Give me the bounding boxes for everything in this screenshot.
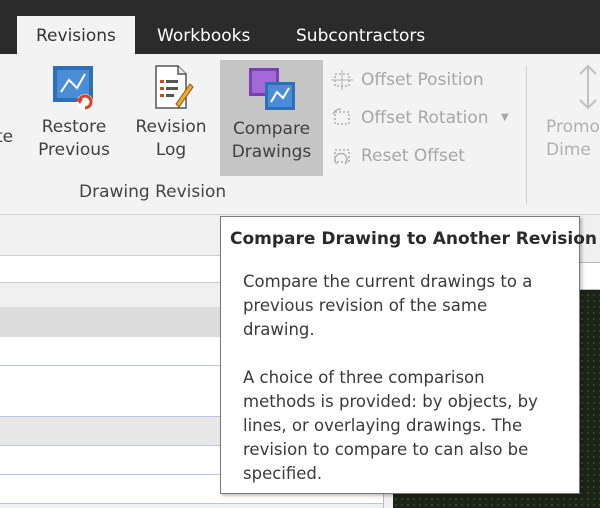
promote-dimensions-icon	[579, 64, 597, 110]
promote-label-2: Dime	[546, 140, 591, 160]
partial-button-label[interactable]: te	[0, 126, 13, 149]
revision-log-button[interactable]: Revision Log	[134, 62, 208, 162]
offset-rotation-icon	[332, 108, 350, 125]
tooltip-text-line: specified.	[243, 464, 323, 483]
restore-label-2: Previous	[38, 140, 110, 160]
compare-label-1: Compare	[232, 119, 311, 139]
restore-label-1: Restore	[41, 117, 107, 137]
offset-position-label: Offset Position	[361, 70, 484, 90]
offset-rotation-label: Offset Rotation	[361, 108, 489, 128]
ribbon-separator	[526, 66, 527, 204]
revision-log-label-2: Log	[155, 140, 187, 160]
tab-workbooks[interactable]: Workbooks	[157, 16, 250, 54]
compare-label-2: Drawings	[231, 142, 312, 162]
restore-previous-button[interactable]: Restore Previous	[37, 62, 111, 162]
tooltip-text-line: A choice of three comparison	[243, 368, 485, 387]
tooltip-text-line: drawing.	[243, 320, 315, 339]
tooltip-paragraph-2: A choice of three comparison methods is …	[243, 366, 563, 486]
reset-offset-label: Reset Offset	[361, 146, 465, 166]
tab-subcontractors[interactable]: Subcontractors	[296, 16, 425, 54]
tooltip-text-line: revision to compare to can also be	[243, 440, 529, 459]
tooltip-text-line: previous revision of the same	[243, 296, 488, 315]
promote-dimensions-button[interactable]: Promo Dime	[546, 62, 600, 162]
restore-previous-icon	[53, 66, 93, 110]
tooltip-text-line: methods is provided: by objects, by	[243, 392, 538, 411]
tooltip-title: Compare Drawing to Another Revision	[230, 229, 598, 249]
revision-log-label-1: Revision	[135, 117, 207, 137]
tooltip-text-line: Compare the current drawings to a	[243, 272, 533, 291]
ribbon-panel: te Restore Previous Revision Log	[0, 54, 600, 215]
tab-revisions[interactable]: Revisions	[17, 16, 135, 54]
tooltip-paragraph-1: Compare the current drawings to a previo…	[243, 270, 563, 342]
compare-drawings-icon	[248, 68, 295, 110]
tooltip-text-line: lines, or overlaying drawings. The	[243, 416, 523, 435]
promote-label-1: Promo	[546, 117, 600, 137]
offset-position-icon	[331, 70, 353, 90]
reset-offset-icon	[334, 149, 350, 165]
group-label-drawing-revision: Drawing Revision	[79, 182, 227, 202]
ribbon-tab-bar: Revisions Workbooks Subcontractors	[0, 0, 600, 54]
dropdown-arrow-icon[interactable]: ▼	[501, 106, 509, 130]
revision-log-icon	[155, 65, 194, 109]
tooltip-compare-drawings: Compare Drawing to Another Revision Comp…	[220, 216, 597, 494]
compare-drawings-button[interactable]: Compare Drawings	[220, 60, 323, 176]
